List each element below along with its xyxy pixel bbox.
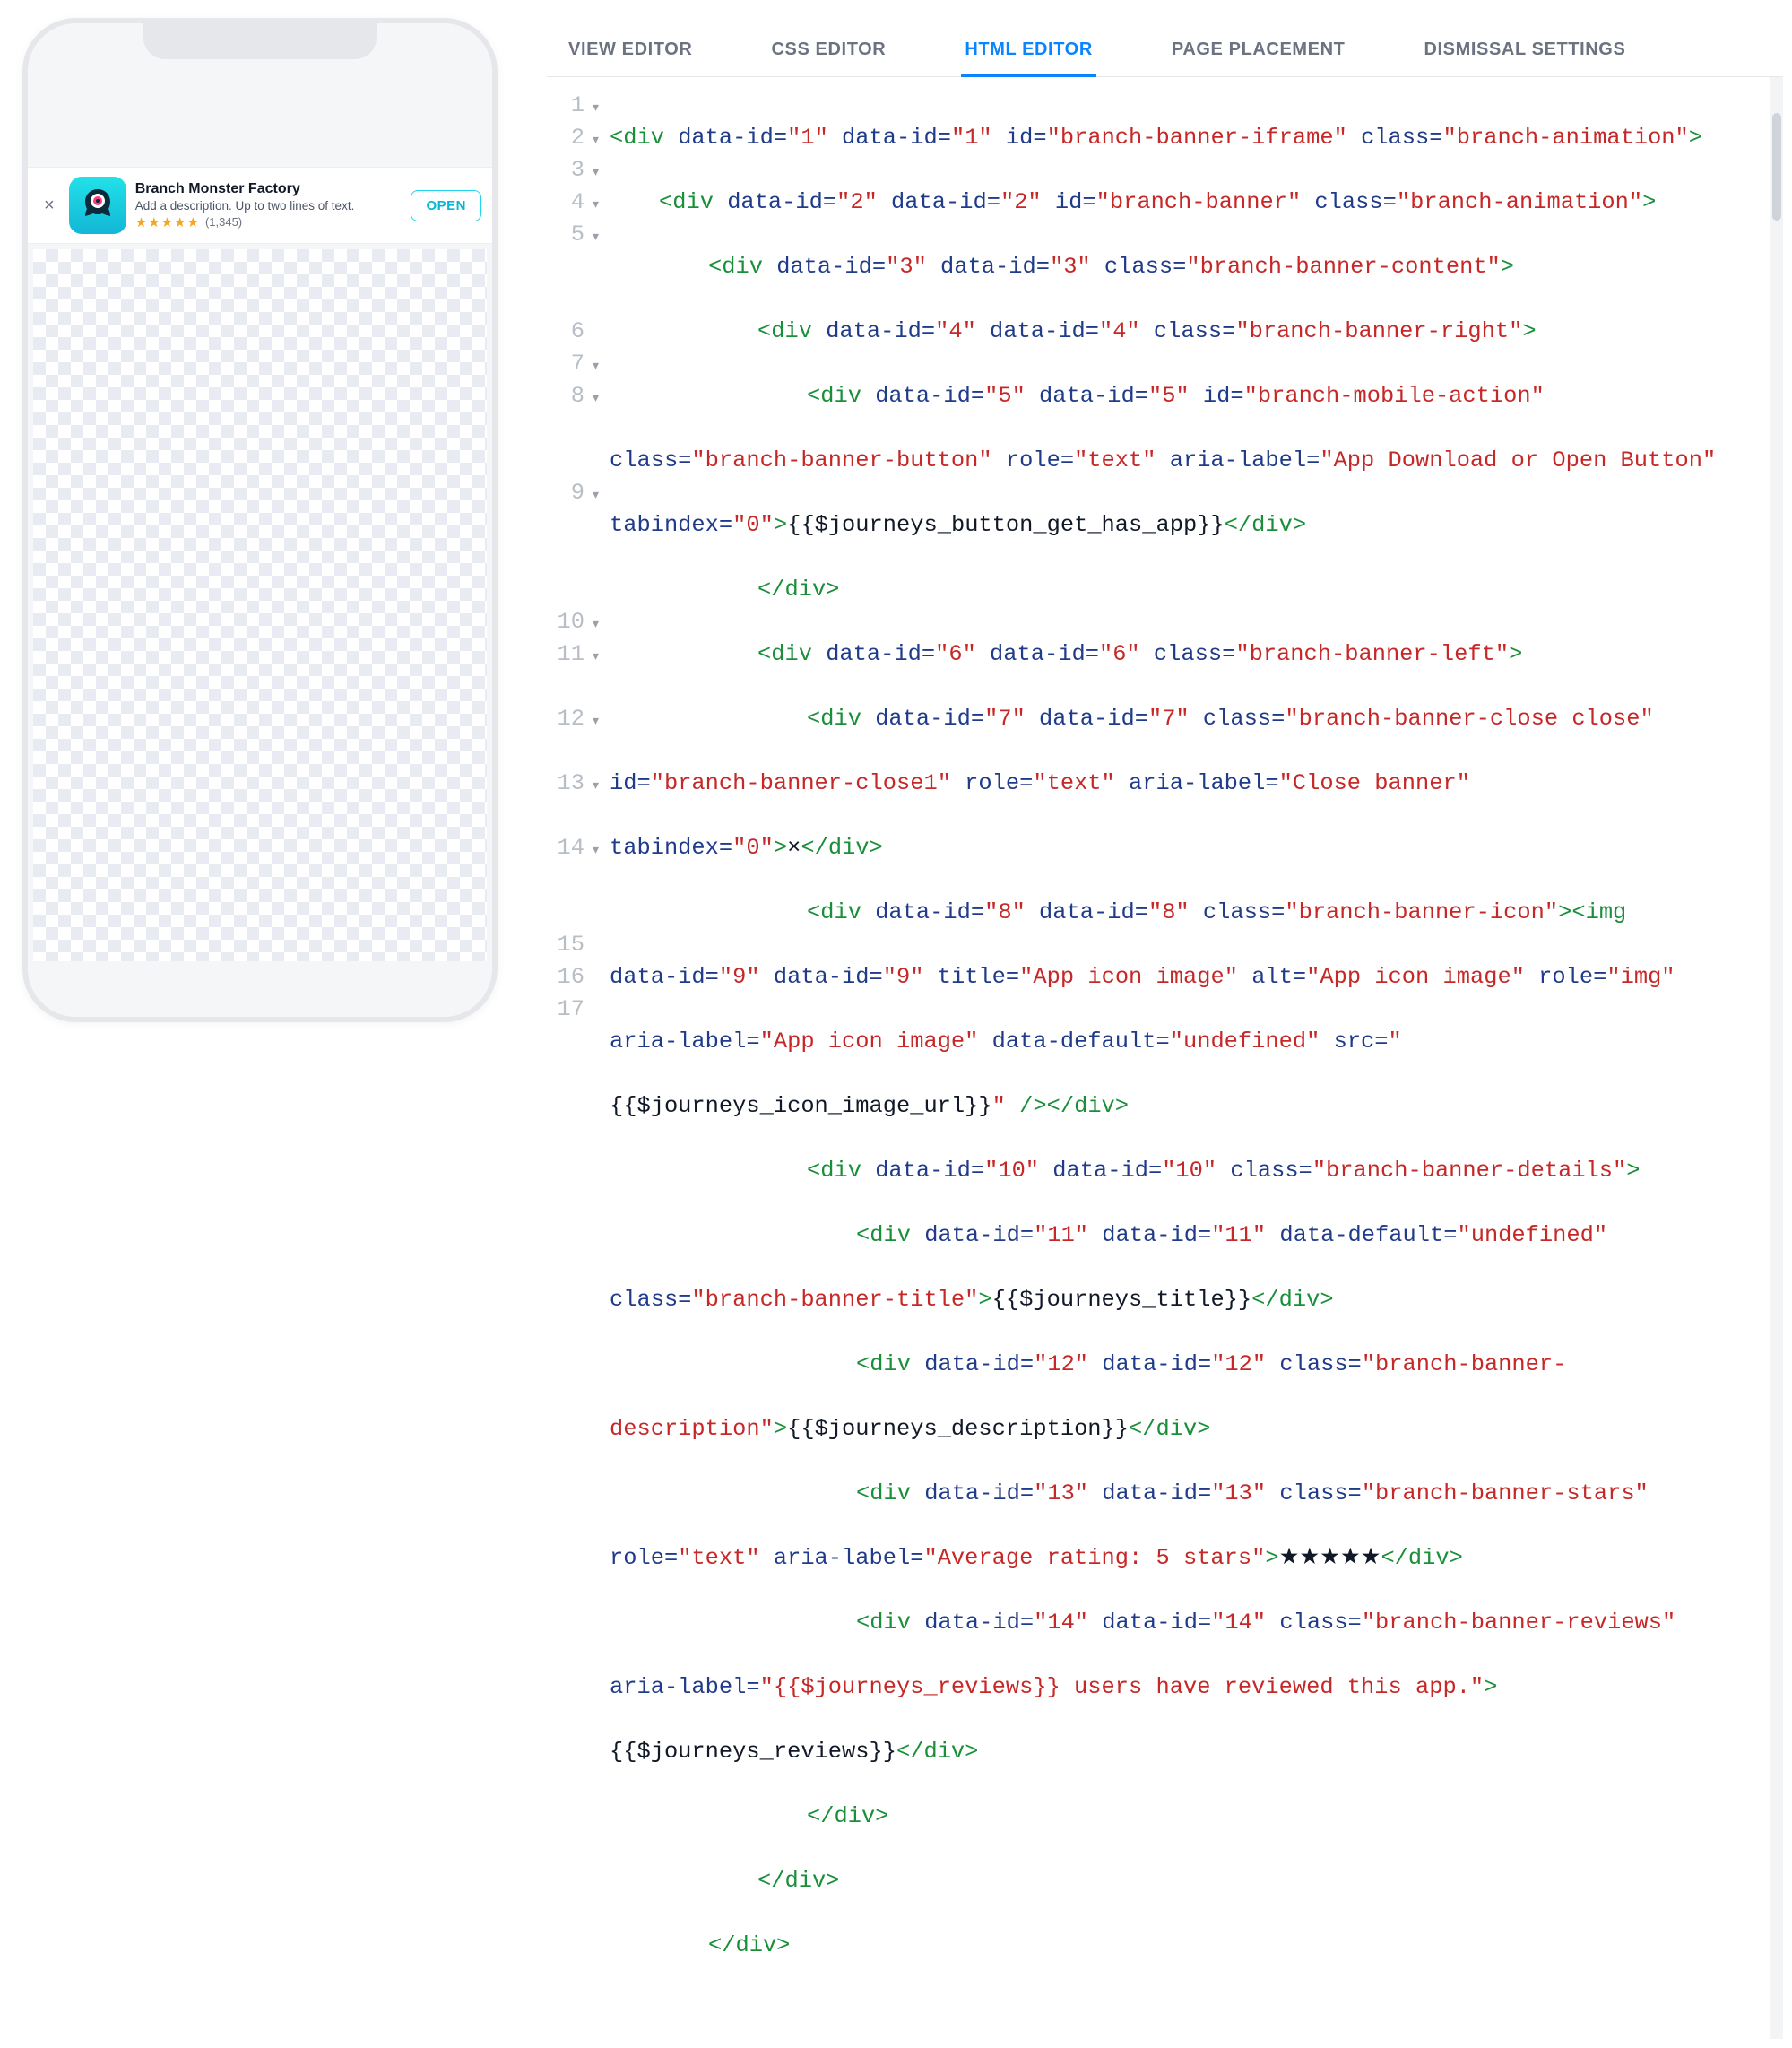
scrollbar[interactable] (1770, 77, 1783, 2039)
fold-icon: ▾ (590, 157, 599, 189)
code-area[interactable]: <div data-id="1" data-id="1" id="branch-… (606, 77, 1783, 2039)
tab-view-editor[interactable]: VIEW EDITOR (565, 27, 696, 76)
banner-rating-row: ★★★★★ (1,345) (135, 214, 403, 230)
close-icon[interactable]: × (39, 195, 60, 216)
fold-icon: ▾ (590, 221, 599, 254)
fold-icon: ▾ (590, 609, 599, 641)
fold-icon: ▾ (590, 770, 599, 803)
fold-icon: ▾ (590, 641, 599, 673)
line-gutter: 1▾ 2▾ 3▾ 4▾ 5▾ 6 7▾ 8▾ 9▾ 10▾ 11▾ 12▾ 13… (547, 77, 606, 2039)
editor-tabs: VIEW EDITOR CSS EDITOR HTML EDITOR PAGE … (547, 18, 1783, 77)
scrollbar-thumb[interactable] (1772, 113, 1781, 221)
fold-icon: ▾ (590, 706, 599, 738)
tab-page-placement[interactable]: PAGE PLACEMENT (1168, 27, 1349, 76)
transparency-checker (33, 249, 487, 961)
fold-icon: ▾ (590, 383, 599, 415)
tab-dismissal-settings[interactable]: DISMISSAL SETTINGS (1420, 27, 1629, 76)
fold-icon: ▾ (590, 835, 599, 867)
banner-title: Branch Monster Factory (135, 181, 403, 197)
monster-icon (78, 186, 117, 225)
fold-icon: ▾ (590, 351, 599, 383)
phone-home-area (28, 961, 492, 1017)
fold-icon: ▾ (590, 189, 599, 221)
code-editor[interactable]: 1▾ 2▾ 3▾ 4▾ 5▾ 6 7▾ 8▾ 9▾ 10▾ 11▾ 12▾ 13… (547, 77, 1783, 2039)
phone-notch (143, 23, 377, 59)
phone-preview: × Branch Monster Factory Add a descripti… (9, 18, 511, 2039)
tab-html-editor[interactable]: HTML EDITOR (961, 27, 1096, 77)
open-button[interactable]: OPEN (411, 190, 481, 221)
fold-icon: ▾ (590, 480, 599, 512)
phone-frame: × Branch Monster Factory Add a descripti… (22, 18, 498, 1022)
app-icon (69, 177, 126, 234)
smart-banner: × Branch Monster Factory Add a descripti… (28, 167, 492, 244)
tab-css-editor[interactable]: CSS EDITOR (767, 27, 889, 76)
banner-description: Add a description. Up to two lines of te… (135, 199, 403, 213)
fold-icon: ▾ (590, 125, 599, 157)
review-count: (1,345) (205, 215, 242, 229)
star-icon: ★★★★★ (135, 214, 200, 230)
fold-icon: ▾ (590, 92, 599, 125)
banner-text: Branch Monster Factory Add a description… (135, 181, 403, 230)
